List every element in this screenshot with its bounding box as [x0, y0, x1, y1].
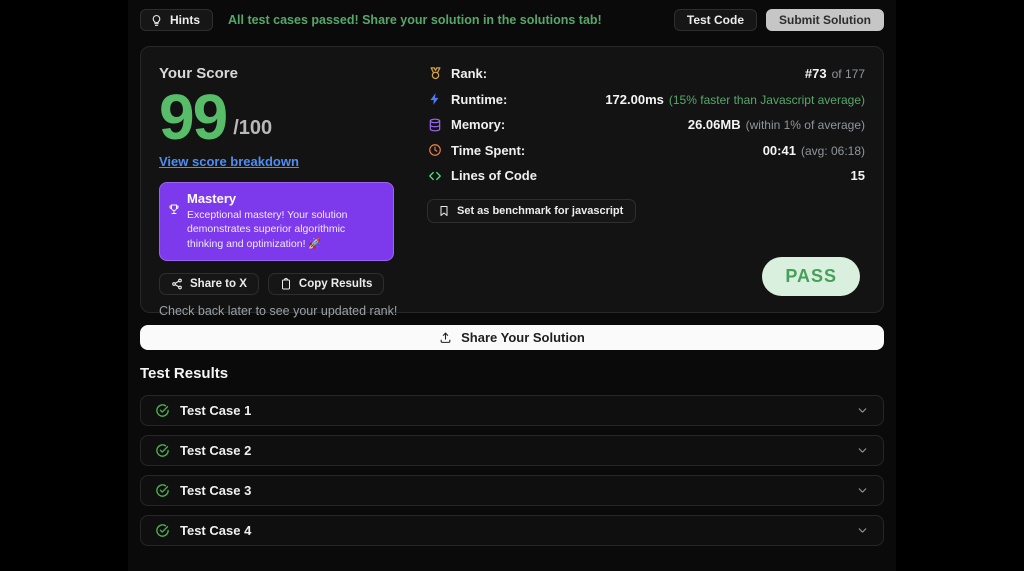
mastery-description: Exceptional mastery! Your solution demon…: [187, 209, 348, 250]
mastery-text: Mastery Exceptional mastery! Your soluti…: [187, 191, 383, 251]
set-benchmark-label: Set as benchmark for javascript: [457, 204, 624, 217]
hints-label: Hints: [170, 13, 200, 27]
chevron-down-icon: [856, 484, 869, 497]
top-toolbar: Hints All test cases passed! Share your …: [128, 0, 896, 39]
check-circle-icon: [155, 483, 170, 498]
database-icon: [427, 118, 443, 132]
check-back-text: Check back later to see your updated ran…: [159, 303, 398, 318]
clipboard-icon: [280, 277, 292, 290]
memory-value: 26.06MB: [687, 117, 741, 132]
lightbulb-icon: [150, 14, 163, 27]
test-case-row-1[interactable]: Test Case 1: [140, 395, 884, 426]
stat-runtime: Runtime: 172.00ms (15% faster than Javas…: [427, 91, 865, 108]
trophy-icon: [168, 203, 180, 251]
stat-lines-of-code: Lines of Code 15: [427, 167, 865, 184]
bookmark-icon: [438, 205, 450, 217]
lines-of-code-value: 15: [850, 168, 865, 183]
test-case-row-3[interactable]: Test Case 3: [140, 475, 884, 506]
rank-value: #73: [804, 66, 827, 81]
score-title: Your Score: [159, 65, 238, 82]
success-message: All test cases passed! Share your soluti…: [228, 13, 602, 27]
test-case-label: Test Case 2: [180, 443, 252, 458]
test-case-label: Test Case 3: [180, 483, 252, 498]
test-case-label: Test Case 1: [180, 403, 252, 418]
check-circle-icon: [155, 403, 170, 418]
view-score-breakdown-link[interactable]: View score breakdown: [159, 154, 299, 169]
memory-label: Memory:: [451, 117, 506, 132]
upload-icon: [439, 331, 452, 344]
stat-rank: Rank: #73 of 177: [427, 65, 865, 82]
score-display: 99 /100: [159, 81, 427, 153]
stats-section: Rank: #73 of 177 Runtime: 172.00ms (15% …: [427, 65, 865, 296]
runtime-value: 172.00ms: [605, 91, 664, 107]
share-to-x-button[interactable]: Share to X: [159, 272, 259, 295]
share-to-x-label: Share to X: [190, 277, 247, 290]
stat-memory: Memory: 26.06MB (within 1% of average): [427, 116, 865, 133]
score-value: 99: [159, 81, 228, 153]
share-buttons-row: Share to X Copy Results: [159, 272, 427, 295]
mastery-title: Mastery: [187, 191, 237, 207]
test-code-label: Test Code: [686, 13, 744, 27]
score-denominator: /100: [233, 117, 273, 140]
chevron-down-icon: [856, 524, 869, 537]
content-column: Hints All test cases passed! Share your …: [128, 0, 896, 571]
share-your-solution-button[interactable]: Share Your Solution: [140, 325, 884, 350]
share-your-solution-label: Share Your Solution: [461, 330, 585, 345]
page: Hints All test cases passed! Share your …: [0, 0, 1024, 571]
stat-time-spent: Time Spent: 00:41 (avg: 06:18): [427, 142, 865, 159]
check-circle-icon: [155, 443, 170, 458]
share-nodes-icon: [171, 278, 183, 290]
chevron-down-icon: [856, 404, 869, 417]
time-spent-label: Time Spent:: [451, 142, 526, 158]
runtime-note: (15% faster than Javascript average): [668, 92, 865, 107]
rank-label: Rank:: [451, 66, 488, 81]
set-benchmark-button[interactable]: Set as benchmark for javascript: [427, 198, 637, 223]
copy-results-button[interactable]: Copy Results: [267, 272, 385, 295]
code-brackets-icon: [427, 169, 443, 183]
test-code-button[interactable]: Test Code: [673, 9, 757, 31]
check-circle-icon: [155, 523, 170, 538]
score-card: Your Score 99 /100 View score breakdown: [140, 46, 884, 318]
runtime-label: Runtime:: [451, 91, 508, 107]
memory-note: (within 1% of average): [745, 118, 865, 132]
rank-note: of 177: [831, 67, 865, 81]
score-section: Your Score 99 /100 View score breakdown: [159, 65, 427, 318]
medal-icon: [427, 66, 443, 81]
chevron-down-icon: [856, 444, 869, 457]
lines-of-code-label: Lines of Code: [451, 168, 537, 183]
test-results-heading: Test Results: [140, 365, 229, 382]
submit-solution-button[interactable]: Submit Solution: [766, 9, 884, 31]
mastery-badge-card: Mastery Exceptional mastery! Your soluti…: [159, 182, 394, 261]
lightning-icon: [427, 92, 443, 106]
hints-button[interactable]: Hints: [140, 9, 213, 31]
time-spent-note: (avg: 06:18): [800, 143, 865, 158]
submit-label: Submit Solution: [779, 13, 871, 27]
test-case-row-2[interactable]: Test Case 2: [140, 435, 884, 466]
test-case-row-4[interactable]: Test Case 4: [140, 515, 884, 546]
test-case-label: Test Case 4: [180, 523, 252, 538]
copy-results-label: Copy Results: [298, 277, 373, 290]
time-spent-value: 00:41: [762, 142, 796, 158]
clock-icon: [427, 143, 443, 157]
pass-status-badge: PASS: [762, 257, 860, 296]
